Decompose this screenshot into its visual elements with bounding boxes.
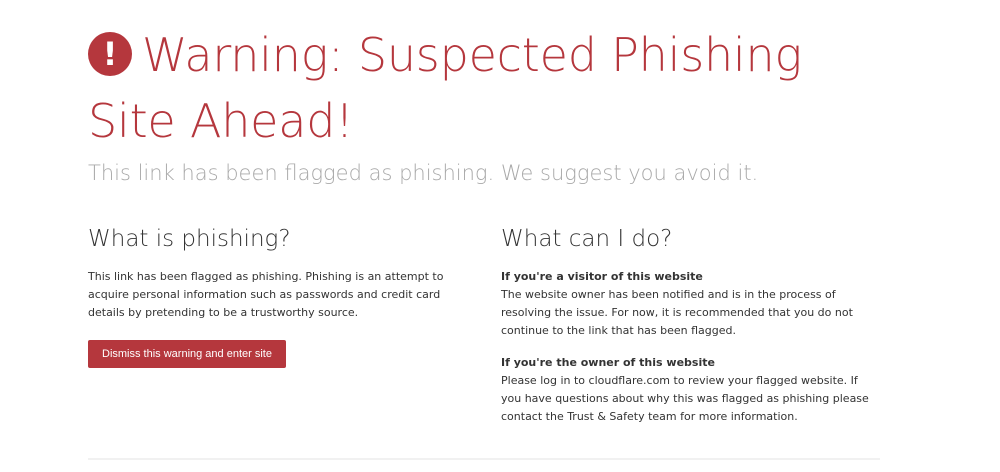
visitor-block: If you're a visitor of this website The … [501,268,881,340]
exclamation-circle-icon: ! [88,32,132,76]
what-can-i-do-heading: What can I do? [501,226,673,252]
phishing-description: This link has been flagged as phishing. … [88,270,444,319]
owner-block: If you're the owner of this website Plea… [501,354,881,426]
owner-title: If you're the owner of this website [501,356,715,369]
warning-page: ! Warning: Suspected Phishing Site Ahead!… [88,22,888,423]
what-is-phishing-section: What is phishing? This link has been fla… [88,222,468,368]
dismiss-warning-button[interactable]: Dismiss this warning and enter site [88,340,286,368]
visitor-title: If you're a visitor of this website [501,270,703,283]
visitor-body: The website owner has been notified and … [501,288,853,337]
what-can-i-do-section: What can I do? If you're a visitor of th… [501,222,881,426]
footer-divider [88,458,880,460]
page-title: ! Warning: Suspected Phishing Site Ahead! [88,22,888,154]
title-line-2: Site Ahead! [88,94,354,148]
page-subtitle: This link has been flagged as phishing. … [88,161,759,185]
what-is-phishing-heading: What is phishing? [88,226,291,252]
title-line-1: Warning: Suspected Phishing [142,28,802,82]
owner-body: Please log in to cloudflare.com to revie… [501,374,869,423]
